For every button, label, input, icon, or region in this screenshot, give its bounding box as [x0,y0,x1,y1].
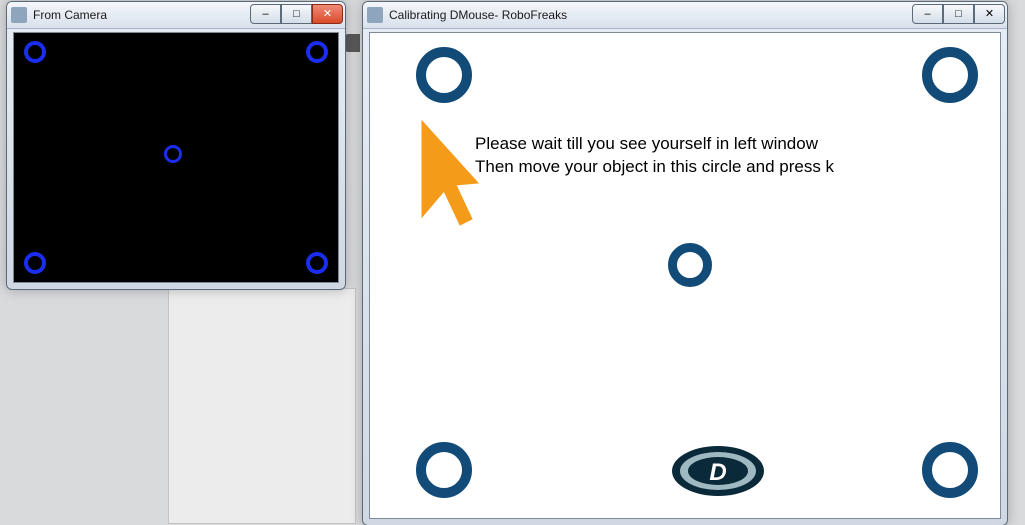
calibration-target-bottom-left [416,442,472,498]
instruction-text: Please wait till you see yourself in lef… [475,133,980,179]
minimize-icon: – [924,9,930,20]
cursor-arrow-icon [410,113,480,233]
maximize-icon: □ [955,9,962,20]
background-panel [168,288,356,524]
calibration-titlebar[interactable]: Calibrating DMouse- RoboFreaks – □ ✕ [363,2,1007,29]
calibration-target-top-left [416,47,472,103]
camera-window: From Camera – □ ✕ [6,1,346,290]
close-button[interactable]: ✕ [974,4,1005,24]
desktop: From Camera – □ ✕ Calibr [0,0,1025,525]
background-tab-fragment [345,34,360,52]
calibration-window-controls: – □ ✕ [912,4,1005,24]
calibration-dot-center [164,145,182,163]
instruction-line1: Please wait till you see yourself in lef… [475,134,818,153]
app-icon [11,7,27,23]
calibration-window: Calibrating DMouse- RoboFreaks – □ ✕ Ple [362,1,1008,525]
calibration-dot-top-right [306,41,328,63]
calibration-dot-top-left [24,41,46,63]
calibration-target-center [668,243,712,287]
calibration-target-bottom-right [922,442,978,498]
calibration-title-text: Calibrating DMouse- RoboFreaks [389,8,567,22]
camera-window-controls: – □ ✕ [250,4,343,24]
dmouse-logo: D [670,444,766,498]
minimize-button[interactable]: – [250,4,281,24]
calibration-canvas: Please wait till you see yourself in lef… [369,32,1001,519]
camera-viewport [13,32,339,283]
close-icon: ✕ [985,9,994,20]
minimize-button[interactable]: – [912,4,943,24]
instruction-line2: Then move your object in this circle and… [475,157,834,176]
maximize-button[interactable]: □ [943,4,974,24]
minimize-icon: – [262,9,268,20]
app-icon [367,7,383,23]
close-icon: ✕ [323,9,332,20]
calibration-target-top-right [922,47,978,103]
calibration-dot-bottom-left [24,252,46,274]
maximize-button[interactable]: □ [281,4,312,24]
logo-letter: D [709,459,726,486]
camera-titlebar[interactable]: From Camera – □ ✕ [7,2,345,29]
close-button[interactable]: ✕ [312,4,343,24]
maximize-icon: □ [293,9,300,20]
calibration-dot-bottom-right [306,252,328,274]
camera-title-text: From Camera [33,8,107,22]
